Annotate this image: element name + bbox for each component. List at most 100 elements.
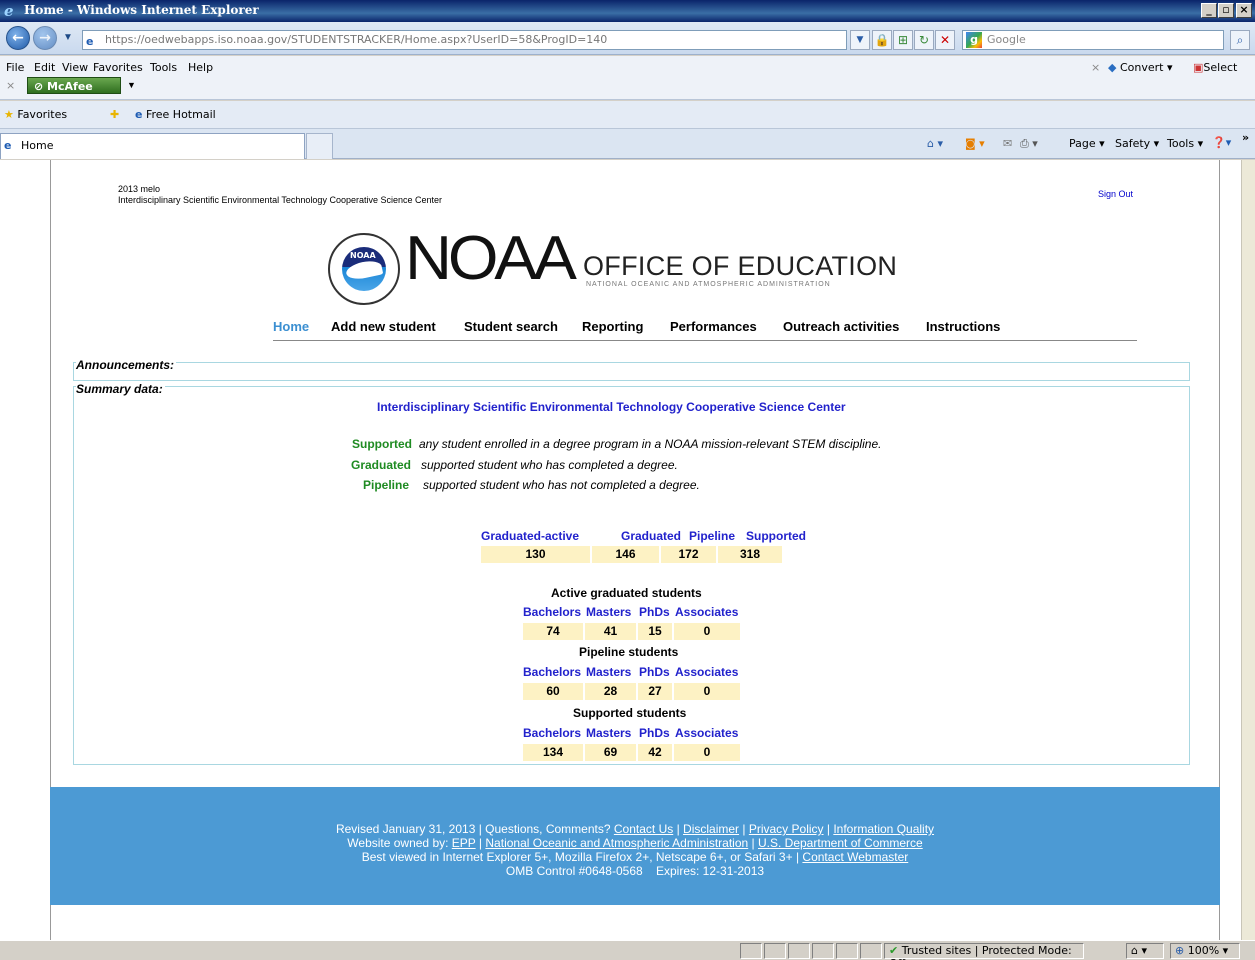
security-zone-text: Trusted sites | Protected Mode: Off	[889, 944, 1072, 960]
maximize-button[interactable]: ▫	[1218, 3, 1234, 18]
noaa-link[interactable]: National Oceanic and Atmospheric Adminis…	[485, 836, 748, 850]
term-graduated: Graduated	[351, 458, 412, 472]
menu-tools[interactable]: Tools	[150, 61, 177, 74]
more-commands-icon[interactable]: »	[1242, 131, 1249, 144]
val-graduated-active: 130	[481, 546, 590, 563]
sp-val-masters: 69	[585, 744, 636, 761]
menu-help[interactable]: Help	[188, 61, 213, 74]
url-dropdown-icon[interactable]: ▼	[850, 30, 870, 50]
nav-performances[interactable]: Performances	[670, 319, 757, 334]
history-dropdown-icon[interactable]: ▼	[63, 32, 73, 43]
zoom-control[interactable]: ⊕ 100% ▾	[1170, 943, 1240, 959]
help-icon[interactable]: ❓▾	[1212, 136, 1231, 149]
menu-file[interactable]: File	[6, 61, 24, 74]
menu-view[interactable]: View	[62, 61, 88, 74]
term-supported: Supported	[352, 437, 412, 451]
security-zone[interactable]: ✔ Trusted sites | Protected Mode: Off	[884, 943, 1084, 960]
sp-hdr-bachelors: Bachelors	[523, 726, 582, 740]
star-icon: ★	[4, 108, 14, 121]
sp-val-phds: 42	[638, 744, 672, 761]
refresh-icon[interactable]: ↻	[914, 30, 934, 50]
favorites-button[interactable]: ★ Favorites	[4, 108, 67, 121]
menu-favorites[interactable]: Favorites	[93, 61, 143, 74]
nav-instructions[interactable]: Instructions	[926, 319, 1000, 334]
noaa-subtitle: NATIONAL OCEANIC AND ATMOSPHERIC ADMINIS…	[586, 281, 831, 288]
def-pipeline: supported student who has not completed …	[423, 478, 700, 492]
omb-text: OMB Control #0648-0568 Expires: 12-31-20…	[505, 864, 765, 878]
safety-menu[interactable]: Safety ▾	[1115, 137, 1159, 150]
nav-home[interactable]: Home	[273, 319, 309, 334]
tab-label: Home	[21, 139, 54, 152]
noaa-emblem-text: NOAA	[350, 251, 376, 260]
status-cell	[764, 943, 786, 959]
sign-out-link[interactable]: Sign Out	[1098, 189, 1133, 199]
vertical-scrollbar[interactable]	[1241, 160, 1255, 940]
val-pipeline: 172	[661, 546, 716, 563]
close-convert-icon[interactable]: ×	[1091, 61, 1100, 74]
status-bar: ✔ Trusted sites | Protected Mode: Off ⌂ …	[0, 940, 1255, 960]
menu-edit[interactable]: Edit	[34, 61, 55, 74]
home-icon[interactable]: ⌂ ▾	[927, 137, 943, 150]
minimize-button[interactable]: _	[1201, 3, 1217, 18]
summary-label: Summary data:	[76, 382, 165, 396]
page-menu[interactable]: Page ▾	[1069, 137, 1105, 150]
status-zone-dropdown[interactable]: ⌂ ▾	[1126, 943, 1164, 959]
nav-outreach-activities[interactable]: Outreach activities	[783, 319, 899, 334]
convert-button[interactable]: ◆ Convert ▾	[1108, 61, 1173, 74]
hdr-graduated-active: Graduated-active	[481, 529, 580, 543]
pl-val-bachelors: 60	[523, 683, 583, 700]
search-button[interactable]: ⌕	[1230, 30, 1250, 50]
select-button[interactable]: ▣Select	[1193, 61, 1237, 74]
main-nav: Home Add new student Student search Repo…	[273, 319, 1137, 341]
tools-menu[interactable]: Tools ▾	[1167, 137, 1203, 150]
back-button[interactable]: ←	[6, 26, 30, 50]
add-favorite-icon[interactable]: ✚	[110, 108, 119, 121]
nav-student-search[interactable]: Student search	[464, 319, 558, 334]
sp-hdr-associates: Associates	[675, 726, 739, 740]
privacy-policy-link[interactable]: Privacy Policy	[749, 822, 824, 836]
close-window-button[interactable]: ×	[1236, 3, 1252, 18]
print-icon[interactable]: ⎙ ▾	[1020, 137, 1038, 151]
tab-home[interactable]: e Home	[0, 133, 305, 159]
tab-bar: e Home ⌂ ▾ ◙ ▾ ✉ ⎙ ▾ Page ▾ Safety ▾ Too…	[0, 129, 1255, 159]
zone-icon: ⌂	[1131, 944, 1138, 957]
contact-webmaster-link[interactable]: Contact Webmaster	[802, 850, 908, 864]
noaa-emblem: NOAA	[328, 233, 400, 305]
contact-us-link[interactable]: Contact Us	[614, 822, 673, 836]
hdr-supported: Supported	[746, 529, 806, 543]
new-tab-button[interactable]	[306, 133, 333, 159]
center-title: Interdisciplinary Scientific Environment…	[377, 400, 846, 414]
search-input[interactable]: g Google	[962, 30, 1224, 50]
mcafee-dropdown-icon[interactable]: ▼	[127, 80, 136, 90]
url-field[interactable]: e https://oedwebapps.iso.noaa.gov/STUDEN…	[82, 30, 847, 50]
nav-reporting[interactable]: Reporting	[582, 319, 643, 334]
mcafee-button[interactable]: ⊘ McAfee	[27, 77, 121, 94]
hdr-pipeline: Pipeline	[689, 529, 736, 543]
free-hotmail-link[interactable]: e Free Hotmail	[135, 108, 216, 121]
best-viewed-text: Best viewed in Internet Explorer 5+, Moz…	[361, 850, 800, 864]
pl-val-masters: 28	[585, 683, 636, 700]
announcements-box	[73, 362, 1190, 381]
term-pipeline: Pipeline	[363, 478, 410, 492]
ie-page-icon: e	[135, 108, 143, 121]
information-quality-link[interactable]: Information Quality	[833, 822, 934, 836]
disclaimer-link[interactable]: Disclaimer	[683, 822, 739, 836]
page-icon: e	[86, 35, 94, 48]
forward-button[interactable]: →	[33, 26, 57, 50]
menu-bar: File Edit View Favorites Tools Help × × …	[0, 56, 1255, 100]
select-icon: ▣	[1193, 61, 1204, 74]
feeds-icon[interactable]: ◙ ▾	[965, 137, 985, 150]
lock-icon[interactable]: 🔒	[872, 30, 892, 50]
stop-icon[interactable]: ✕	[935, 30, 955, 50]
close-toolbar-icon[interactable]: ×	[6, 79, 15, 92]
address-bar-row: ← → ▼ e https://oedwebapps.iso.noaa.gov/…	[0, 22, 1255, 55]
mail-icon[interactable]: ✉	[1003, 137, 1012, 150]
epp-link[interactable]: EPP	[452, 836, 476, 850]
page-viewport: 2013 melo Interdisciplinary Scientific E…	[0, 160, 1241, 940]
status-cell	[788, 943, 810, 959]
nav-add-new-student[interactable]: Add new student	[331, 319, 436, 334]
doc-link[interactable]: U.S. Department of Commerce	[758, 836, 923, 850]
zoom-value: 100%	[1187, 944, 1220, 957]
sp-val-bachelors: 134	[523, 744, 583, 761]
compatibility-icon[interactable]: ⊞	[893, 30, 913, 50]
